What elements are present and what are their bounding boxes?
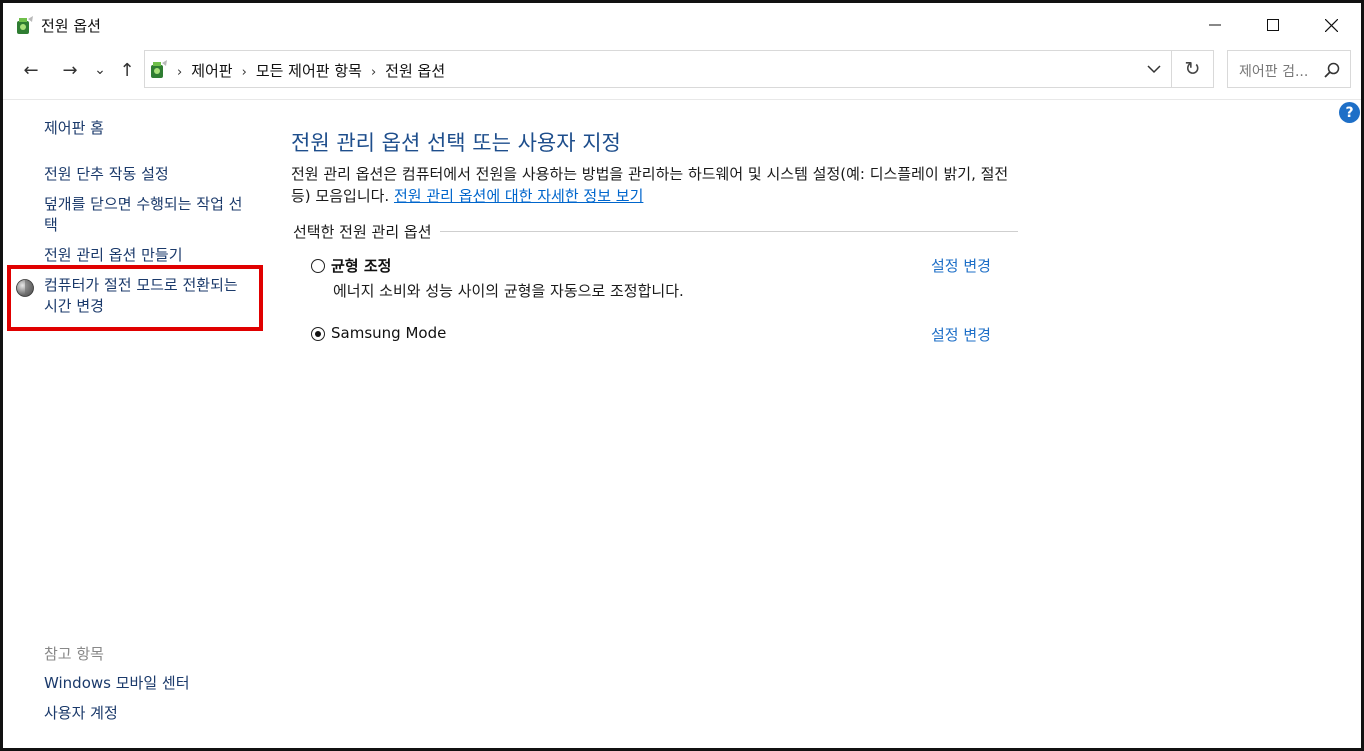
recent-locations-button[interactable]: ⌄ [89,57,111,83]
maximize-button[interactable] [1244,3,1302,47]
address-dropdown-button[interactable] [1145,59,1163,79]
breadcrumb-item-control-panel[interactable]: 제어판 [191,62,232,80]
sidebar-item-power-buttons[interactable]: 전원 단추 작동 설정 [44,164,169,185]
breadcrumb-separator: › [241,65,247,80]
maximize-icon [1267,19,1279,31]
search-icon [1324,62,1340,78]
forward-arrow-icon: → [62,59,78,81]
change-settings-link-samsung[interactable]: 설정 변경 [931,324,991,345]
close-button[interactable] [1302,3,1360,47]
see-also-label: 참고 항목 [44,645,104,663]
forward-button[interactable]: → [57,57,83,83]
plan-radio-samsung[interactable] [311,327,325,341]
back-button[interactable]: ← [18,57,44,83]
sidebar-item-user-accounts[interactable]: 사용자 계정 [44,703,118,724]
up-button[interactable]: ↑ [114,57,140,83]
address-bar[interactable]: › 제어판 › 모든 제어판 항목 › 전원 옵션 [144,50,1172,88]
back-arrow-icon: ← [23,59,39,81]
minimize-button[interactable] [1186,3,1244,47]
chevron-down-icon: ⌄ [94,62,106,78]
chevron-down-icon [1147,64,1161,73]
page-title: 전원 관리 옵션 선택 또는 사용자 지정 [291,131,621,155]
plan-radio-balanced[interactable] [311,259,325,273]
search-input[interactable]: 제어판 검... [1239,61,1308,81]
breadcrumb: › 제어판 › 모든 제어판 항목 › 전원 옵션 [177,60,445,81]
refresh-icon: ↻ [1184,58,1201,80]
sidebar-item-control-panel-home[interactable]: 제어판 홈 [44,118,104,139]
page-description: 전원 관리 옵션은 컴퓨터에서 전원을 사용하는 방법을 관리하는 하드웨어 및… [291,163,1026,207]
help-icon[interactable]: ? [1339,102,1360,123]
sidebar-item-lid-action[interactable]: 덮개를 닫으면 수행되는 작업 선택 [44,194,254,236]
power-options-icon [17,16,33,34]
change-settings-link-balanced[interactable]: 설정 변경 [931,255,991,276]
window-title: 전원 옵션 [41,17,101,35]
plan-name-samsung[interactable]: Samsung Mode [331,324,446,342]
group-label: 선택한 전원 관리 옵션 [293,221,440,242]
close-icon [1324,18,1338,32]
plan-name-balanced[interactable]: 균형 조정 [331,255,391,276]
breadcrumb-separator: › [370,65,377,80]
sidebar-item-create-plan[interactable]: 전원 관리 옵션 만들기 [44,245,183,266]
minimize-icon [1209,24,1221,26]
refresh-button[interactable]: ↻ [1172,50,1214,88]
plan-description-balanced: 에너지 소비와 성능 사이의 균형을 자동으로 조정합니다. [333,282,684,300]
highlight-box [7,265,263,331]
learn-more-link[interactable]: 전원 관리 옵션에 대한 자세한 정보 보기 [394,187,643,205]
breadcrumb-item-power-options[interactable]: 전원 옵션 [385,62,445,80]
breadcrumb-separator: › [177,65,183,80]
search-box[interactable]: 제어판 검... [1227,50,1351,88]
title-bar: 전원 옵션 [3,3,1361,47]
sidebar-item-mobility-center[interactable]: Windows 모바일 센터 [44,673,190,694]
breadcrumb-item-all-items[interactable]: 모든 제어판 항목 [256,62,362,80]
toolbar-divider [3,99,1361,100]
window: 전원 옵션 ← → ⌄ ↑ › 제어판 › 모든 제어판 항목 › 전원 옵션 ↻ 제어판… [0,0,1364,751]
up-arrow-icon: ↑ [119,59,135,81]
control-panel-icon [151,60,167,78]
